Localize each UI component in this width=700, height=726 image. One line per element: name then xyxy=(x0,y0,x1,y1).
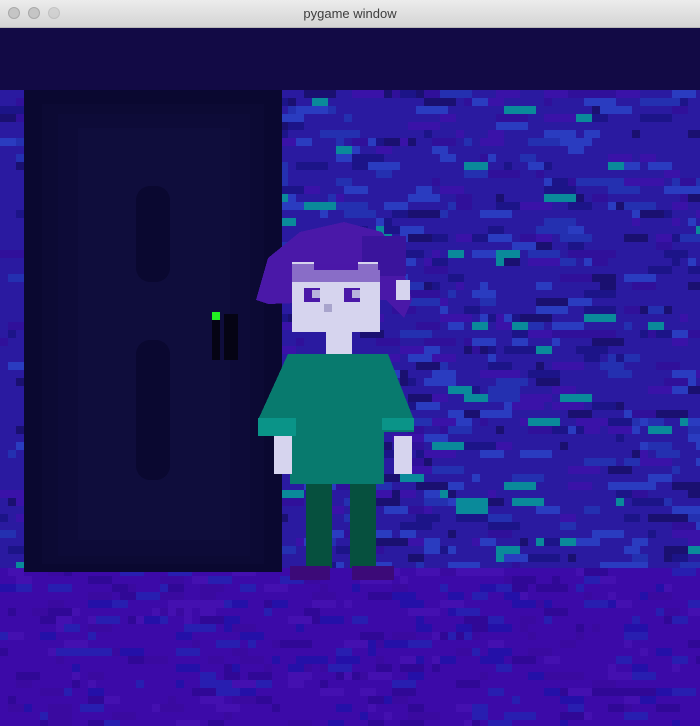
app-window: pygame window xyxy=(0,0,700,726)
door[interactable] xyxy=(24,90,282,572)
door-light xyxy=(212,312,220,320)
window-title: pygame window xyxy=(303,6,397,21)
title-bar[interactable]: pygame window xyxy=(0,0,700,28)
game-canvas[interactable] xyxy=(0,28,700,726)
door-handle[interactable] xyxy=(212,312,238,360)
